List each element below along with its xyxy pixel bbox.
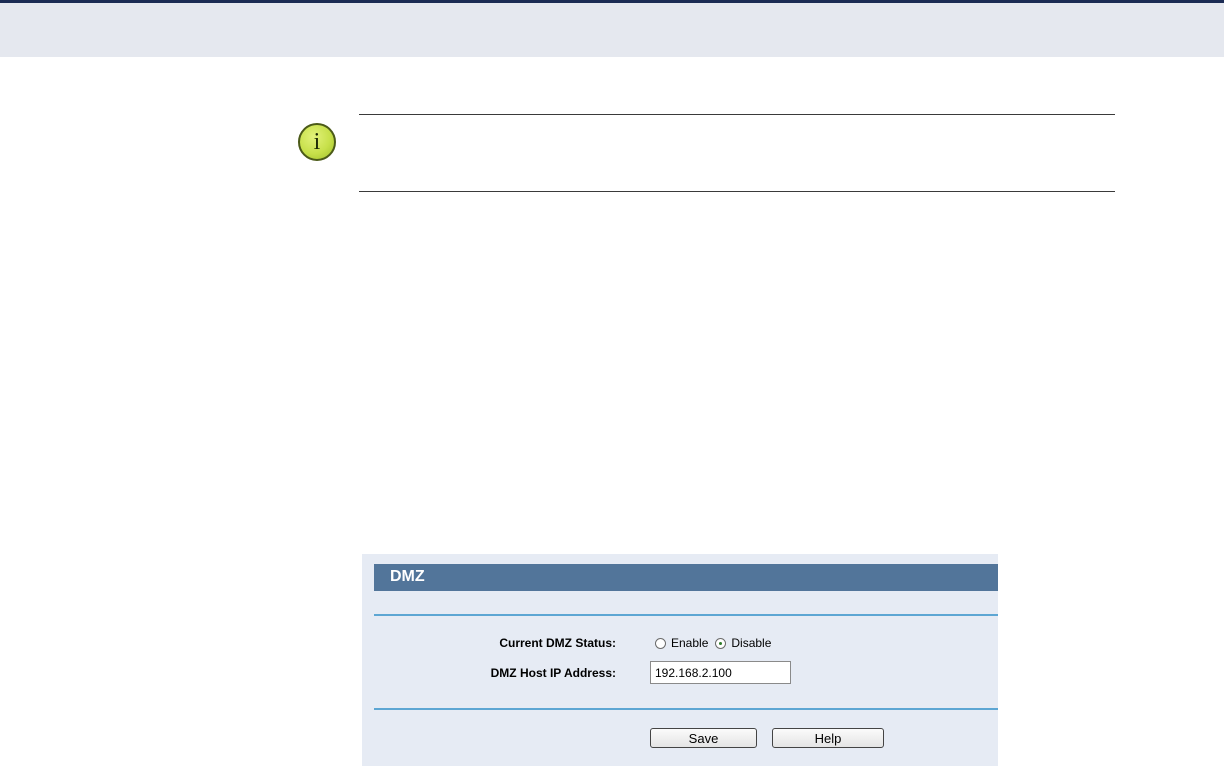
dmz-panel: DMZ Current DMZ Status: Enable Disable D… — [362, 554, 998, 766]
disable-radio[interactable] — [715, 637, 727, 649]
info-icon-glyph: i — [313, 129, 321, 155]
enable-radio[interactable] — [655, 637, 666, 649]
panel-divider-bottom — [374, 708, 998, 710]
panel-divider-top — [374, 614, 998, 616]
note-divider-bottom — [359, 191, 1115, 192]
dmz-host-ip-label: DMZ Host IP Address: — [490, 666, 616, 680]
panel-header: DMZ — [374, 564, 998, 591]
dmz-status-label: Current DMZ Status: — [499, 636, 616, 650]
info-icon: i — [298, 123, 336, 161]
note-divider-top — [359, 114, 1115, 115]
dmz-host-ip-input[interactable] — [650, 661, 791, 684]
header-band — [0, 3, 1224, 57]
save-button[interactable]: Save — [650, 728, 757, 748]
help-button[interactable]: Help — [772, 728, 884, 748]
panel-title: DMZ — [390, 568, 425, 585]
disable-radio-label[interactable]: Disable — [731, 636, 771, 650]
dmz-status-radio-group: Enable Disable — [655, 636, 778, 650]
enable-radio-label[interactable]: Enable — [671, 636, 708, 650]
